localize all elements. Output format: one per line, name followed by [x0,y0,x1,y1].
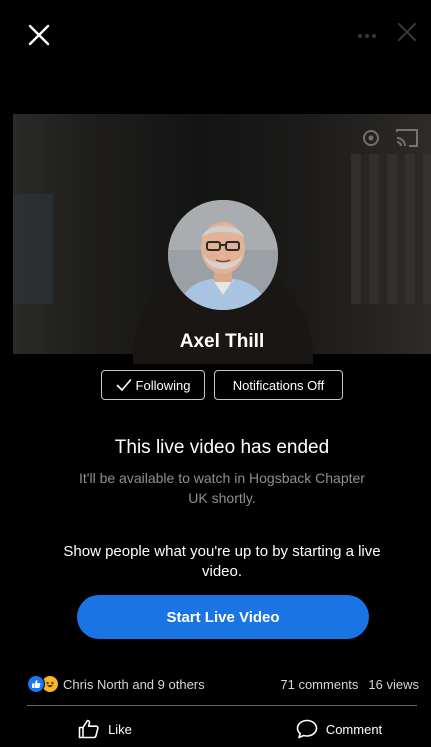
reaction-icons[interactable] [27,675,59,693]
thumbs-up-icon [78,719,99,739]
video-overlay-icons [361,128,419,153]
profile-name[interactable]: Axel Thill [13,331,431,353]
close-icon [28,24,50,46]
avatar-photo [168,200,278,310]
start-live-video-button[interactable]: Start Live Video [77,595,369,639]
live-video-ended-screen: Axel Thill Following Notifications Off T… [13,6,431,747]
checkmark-icon [116,379,131,391]
post-actions: Like Comment [13,711,431,747]
engagement-stats: Chris North and 9 others 71 comments 16 … [27,674,419,694]
cast-icon[interactable] [395,128,419,153]
live-ended-subtitle: It'll be available to watch in Hogsback … [79,470,365,506]
more-dots-icon[interactable] [357,26,377,44]
close-button[interactable] [27,23,51,47]
reactions-summary[interactable]: Chris North and 9 others [63,677,205,692]
comment-button[interactable]: Comment [217,711,431,747]
settings-icon[interactable] [361,128,381,153]
comment-bubble-icon [296,719,318,739]
like-reaction-icon [27,675,45,693]
comment-label: Comment [325,721,383,737]
following-label: Following [135,377,191,393]
profile-action-buttons: Following Notifications Off [13,370,431,400]
secondary-close-icon[interactable] [397,22,417,47]
notifications-label: Notifications Off [232,377,325,393]
views-count: 16 views [368,676,419,692]
following-button[interactable]: Following [101,370,205,400]
divider [27,705,417,706]
top-right-controls [357,22,417,47]
go-live-promo-text: Show people what you're up to by startin… [63,543,381,580]
live-ended-title: This live video has ended [114,437,330,458]
avatar[interactable] [168,200,278,310]
comments-count[interactable]: 71 comments [280,677,358,692]
notifications-button[interactable]: Notifications Off [214,370,343,400]
like-button[interactable]: Like [13,711,217,747]
like-label: Like [108,721,132,737]
